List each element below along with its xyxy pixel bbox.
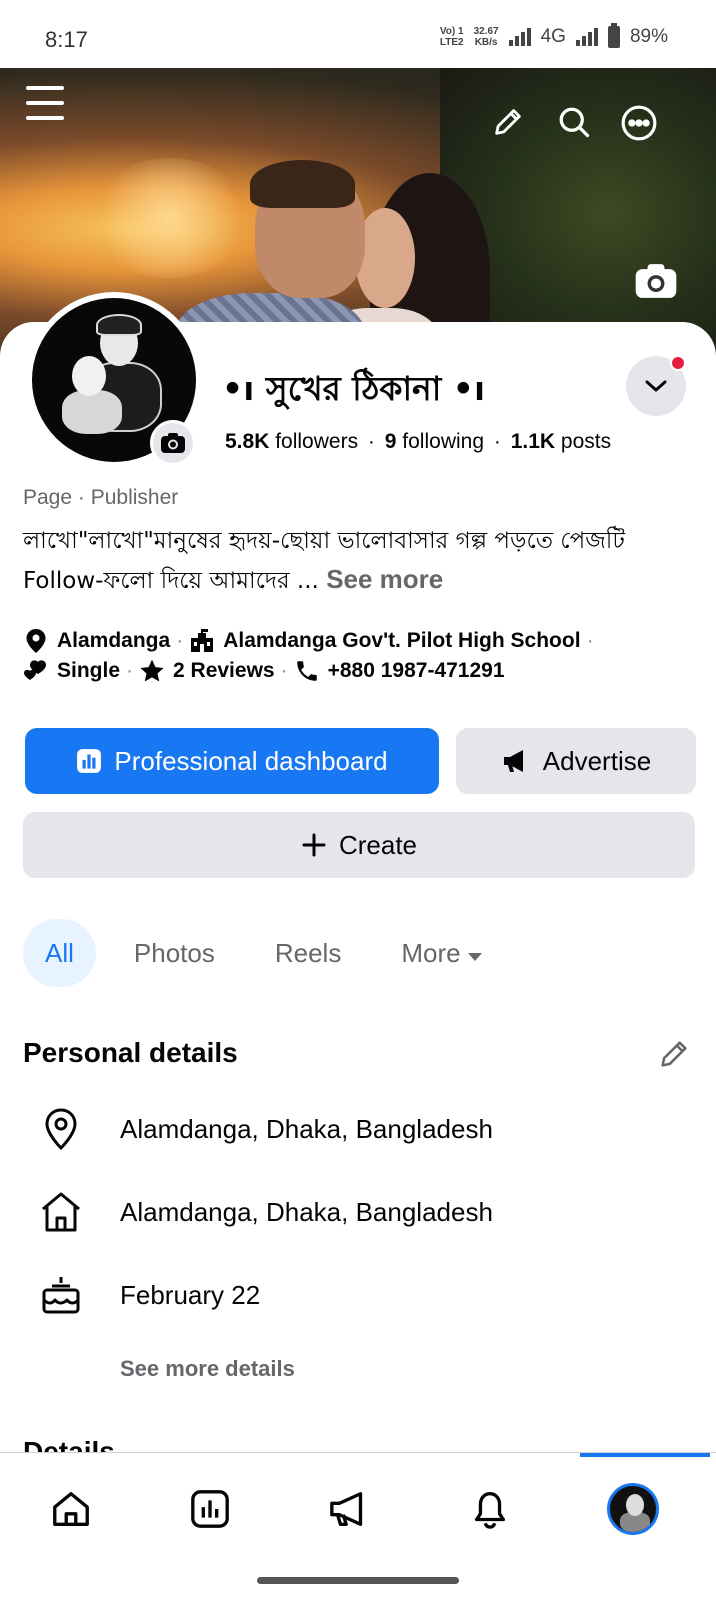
intro-location: Alamdanga xyxy=(57,629,171,652)
phone-icon xyxy=(294,658,320,684)
tab-more[interactable]: More xyxy=(379,919,504,987)
megaphone-outline-icon xyxy=(330,1492,363,1526)
location-outline-icon xyxy=(36,1104,86,1154)
birthday-text: February 22 xyxy=(120,1279,261,1310)
battery-percent: 89% xyxy=(629,26,668,47)
signal-icon-2 xyxy=(575,28,598,46)
hearts-icon xyxy=(23,658,49,684)
intro-reviews[interactable]: 2 Reviews xyxy=(173,659,275,683)
content-tabs: All Photos Reels More xyxy=(23,919,521,987)
chevron-down-icon xyxy=(645,380,667,392)
intro-phone[interactable]: +880 1987-471291 xyxy=(328,659,505,683)
detail-birthday: February 22 xyxy=(36,1270,260,1320)
tab-photos[interactable]: Photos xyxy=(112,919,237,987)
nav-ads[interactable] xyxy=(320,1479,380,1539)
advertise-label: Advertise xyxy=(542,745,652,776)
page-bio: লাখো"লাখো"মানুষের হৃদয়-ছোয়া ভালোবাসার … xyxy=(23,522,693,600)
professional-dashboard-button[interactable]: Professional dashboard xyxy=(25,728,439,794)
intro-line-2: Single · 2 Reviews · +880 1987-471291 xyxy=(23,658,505,684)
network-speed: 32.67 KB/s xyxy=(473,26,499,48)
nav-profile-avatar xyxy=(607,1483,659,1535)
caret-down-icon xyxy=(467,938,483,969)
personal-details-title: Personal details xyxy=(23,1037,238,1068)
advertise-button[interactable]: Advertise xyxy=(456,728,696,794)
megaphone-icon xyxy=(501,748,531,774)
see-more-details-link[interactable]: See more details xyxy=(120,1356,295,1382)
signal-icon xyxy=(508,28,531,46)
bell-icon xyxy=(474,1492,506,1529)
battery-icon xyxy=(607,23,620,48)
intro-relationship: Single xyxy=(57,659,121,682)
home-icon xyxy=(53,1492,89,1526)
followers-count[interactable]: 5.8K xyxy=(225,430,269,453)
network-type: 4G xyxy=(540,26,566,47)
plus-icon xyxy=(301,832,327,858)
nav-profile[interactable] xyxy=(603,1479,663,1539)
cover-camera-icon[interactable] xyxy=(634,262,678,300)
see-more-link[interactable]: See more xyxy=(326,564,443,594)
volte-indicator: Vo) 1 LTE2 xyxy=(439,26,464,48)
status-indicators: Vo) 1 LTE2 32.67 KB/s 4G 89% xyxy=(439,23,668,48)
edit-personal-details-icon[interactable] xyxy=(656,1036,692,1072)
intro-school[interactable]: Alamdanga Gov't. Pilot High School xyxy=(223,629,580,653)
bio-text: লাখো"লাখো"মানুষের হৃদয়-ছোয়া ভালোবাসার … xyxy=(23,528,625,594)
gesture-home-bar[interactable] xyxy=(257,1577,459,1584)
posts-count: 1.1K xyxy=(510,430,556,453)
dashboard-icon xyxy=(76,748,102,774)
menu-icon[interactable] xyxy=(26,86,64,120)
star-icon xyxy=(139,658,165,684)
birthday-cake-icon xyxy=(36,1270,86,1320)
nav-dashboard[interactable] xyxy=(180,1479,240,1539)
dashboard-icon xyxy=(191,1490,229,1528)
avatar-camera-icon[interactable] xyxy=(150,420,196,466)
nav-home[interactable] xyxy=(41,1479,101,1539)
detail-hometown: Alamdanga, Dhaka, Bangladesh xyxy=(36,1187,493,1237)
tab-all[interactable]: All xyxy=(23,919,96,987)
active-tab-indicator xyxy=(580,1453,710,1457)
current-city-text[interactable]: Alamdanga, Dhaka, Bangladesh xyxy=(120,1114,493,1145)
create-label: Create xyxy=(338,829,418,860)
page-stats: 5.8K followers · 9 following · 1.1K post… xyxy=(225,430,612,453)
detail-current-city: Alamdanga, Dhaka, Bangladesh xyxy=(36,1104,493,1154)
page-category: Page · Publisher xyxy=(23,486,179,509)
search-icon[interactable] xyxy=(556,104,592,140)
status-time: 8:17 xyxy=(45,27,88,52)
home-outline-icon xyxy=(36,1187,86,1237)
hometown-text[interactable]: Alamdanga, Dhaka, Bangladesh xyxy=(120,1197,493,1228)
posts-label: posts xyxy=(560,430,612,453)
followers-label[interactable]: followers xyxy=(275,430,358,453)
following-count[interactable]: 9 xyxy=(385,430,397,453)
professional-dashboard-label: Professional dashboard xyxy=(114,745,388,776)
status-bar: 8:17 Vo) 1 LTE2 32.67 KB/s 4G 89% xyxy=(0,0,716,68)
page-title: •ו সুখের ঠিকানা •ו xyxy=(222,369,486,408)
location-pin-icon xyxy=(23,628,49,654)
create-button[interactable]: Create xyxy=(23,812,695,878)
school-icon xyxy=(189,628,215,654)
following-label[interactable]: following xyxy=(402,430,484,453)
nav-notifications[interactable] xyxy=(460,1479,520,1539)
more-dots-icon[interactable] xyxy=(620,104,658,142)
pencil-icon[interactable] xyxy=(490,104,526,140)
tab-reels[interactable]: Reels xyxy=(253,919,363,987)
intro-line-1: Alamdanga · Alamdanga Gov't. Pilot High … xyxy=(23,628,600,654)
notification-dot xyxy=(670,355,686,371)
